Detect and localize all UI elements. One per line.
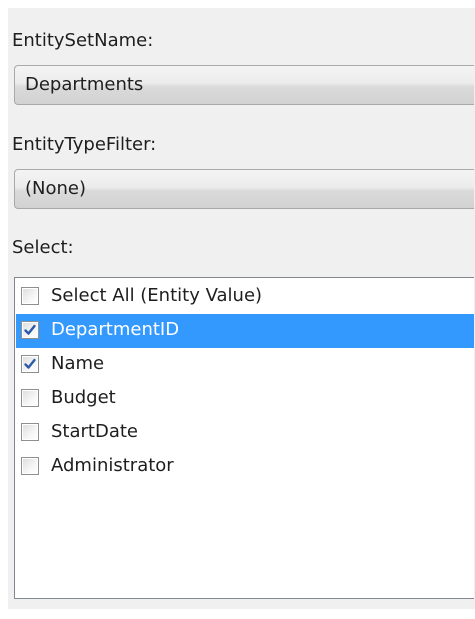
list-item-label: DepartmentID [51,319,180,340]
entity-set-name-label: EntitySetName: [12,30,154,51]
checkbox[interactable] [21,457,39,475]
checkmark-icon [24,324,36,335]
list-item-label: StartDate [51,421,138,442]
list-item-start-date[interactable]: StartDate [16,416,474,450]
list-item-label: Name [51,353,105,374]
list-item-label: Administrator [51,455,174,476]
entity-type-filter-combobox[interactable]: (None) [14,169,474,209]
list-item-budget[interactable]: Budget [16,382,474,416]
entity-set-name-combobox[interactable]: Departments [14,65,474,105]
checkmark-icon [24,358,36,369]
entity-type-filter-value: (None) [25,178,87,199]
list-item-label: Budget [51,387,116,408]
checkbox[interactable] [21,389,39,407]
checkbox[interactable] [21,355,39,373]
checkbox[interactable] [21,423,39,441]
checkbox[interactable] [21,321,39,339]
list-item-department-id[interactable]: DepartmentID [16,314,474,348]
select-label: Select: [12,237,74,258]
list-item-label: Select All (Entity Value) [51,285,263,306]
list-item-administrator[interactable]: Administrator [16,450,474,484]
list-item-select-all[interactable]: Select All (Entity Value) [16,280,474,314]
select-listbox[interactable]: Select All (Entity Value) DepartmentID Nam… [14,277,474,599]
list-item-name[interactable]: Name [16,348,474,382]
entity-set-name-value: Departments [25,74,144,95]
checkbox[interactable] [21,287,39,305]
entity-type-filter-label: EntityTypeFilter: [12,134,157,155]
